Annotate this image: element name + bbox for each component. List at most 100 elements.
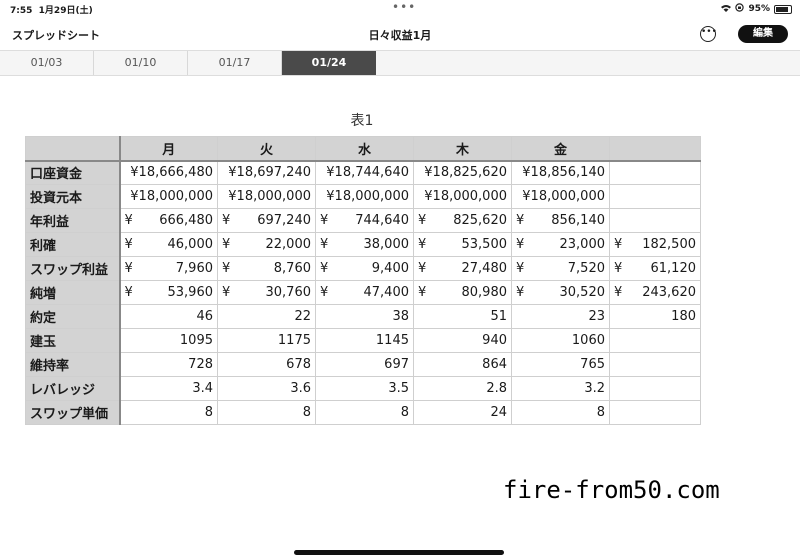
table-cell[interactable]: 1060 [511,328,610,353]
edit-button[interactable]: 編集 [738,25,788,43]
table-cell[interactable]: 46 [119,304,218,329]
table-cell[interactable]: ¥61,120 [609,256,701,281]
table-cell[interactable] [609,328,701,353]
tab-0103[interactable]: 01/03 [0,51,94,75]
table-cell[interactable]: 51 [413,304,512,329]
table-cell[interactable]: ¥18,856,140 [511,160,610,185]
row-header[interactable]: 投資元本 [25,184,121,209]
table-cell[interactable]: 24 [413,400,512,425]
table-cell[interactable]: ¥8,760 [217,256,316,281]
table-cell[interactable]: 8 [511,400,610,425]
table-cell[interactable]: 697 [315,352,414,377]
table-cell[interactable]: ¥856,140 [511,208,610,233]
table-title[interactable]: 表1 [0,110,724,130]
currency-symbol: ¥ [614,261,623,276]
row-header[interactable]: スワップ単価 [25,400,121,425]
table-cell[interactable]: ¥38,000 [315,232,414,257]
cell-value: 180 [671,309,696,324]
table-cell[interactable]: 1145 [315,328,414,353]
table-cell[interactable]: 940 [413,328,512,353]
multitasking-dots[interactable]: ••• [392,0,416,14]
cell-value: 7,960 [175,261,213,276]
table-cell[interactable]: ¥18,000,000 [119,184,218,209]
table-cell[interactable]: 728 [119,352,218,377]
table-cell[interactable]: ¥23,000 [511,232,610,257]
table-cell[interactable]: 2.8 [413,376,512,401]
data-table[interactable]: 月 火 水 木 金 口座資金 ¥18,666,480 ¥18,697,240 ¥18,… [25,136,701,425]
table-cell[interactable]: ¥697,240 [217,208,316,233]
table-cell[interactable]: 22 [217,304,316,329]
table-row: 年利益 ¥666,480 ¥697,240 ¥744,640 ¥825,620 ¥856,… [25,208,701,233]
table-cell[interactable]: ¥46,000 [119,232,218,257]
column-header[interactable]: 金 [511,136,610,161]
table-cell[interactable]: ¥18,000,000 [315,184,414,209]
row-header[interactable]: 口座資金 [25,160,121,185]
table-cell[interactable] [609,184,701,209]
column-header[interactable]: 火 [217,136,316,161]
table-cell[interactable]: ¥18,000,000 [413,184,512,209]
row-header[interactable]: 維持率 [25,352,121,377]
table-cell[interactable] [609,160,701,185]
table-cell[interactable]: 765 [511,352,610,377]
table-cell[interactable]: 8 [217,400,316,425]
table-cell[interactable]: 3.2 [511,376,610,401]
row-header[interactable]: 建玉 [25,328,121,353]
table-cell[interactable] [609,400,701,425]
table-cell[interactable]: 1175 [217,328,316,353]
column-header[interactable]: 木 [413,136,512,161]
table-cell[interactable]: ¥9,400 [315,256,414,281]
table-cell[interactable] [609,208,701,233]
table-cell[interactable]: 1095 [119,328,218,353]
table-cell[interactable]: ¥666,480 [119,208,218,233]
table-cell[interactable]: ¥744,640 [315,208,414,233]
corner-cell[interactable] [25,136,121,161]
column-header[interactable]: 水 [315,136,414,161]
row-header[interactable]: レバレッジ [25,376,121,401]
table-cell[interactable]: ¥22,000 [217,232,316,257]
table-cell[interactable]: 23 [511,304,610,329]
table-cell[interactable]: 864 [413,352,512,377]
currency-symbol: ¥ [516,261,525,276]
table-cell[interactable] [609,352,701,377]
tab-0117[interactable]: 01/17 [188,51,282,75]
row-header[interactable]: スワップ利益 [25,256,121,281]
table-cell[interactable]: ¥7,520 [511,256,610,281]
table-cell[interactable]: ¥80,980 [413,280,512,305]
column-header[interactable] [609,136,701,161]
tab-0124[interactable]: 01/24 [282,51,376,75]
table-cell[interactable]: 8 [119,400,218,425]
table-cell[interactable]: ¥47,400 [315,280,414,305]
table-cell[interactable]: 38 [315,304,414,329]
table-cell[interactable]: ¥7,960 [119,256,218,281]
table-cell[interactable]: ¥18,697,240 [217,160,316,185]
table-cell[interactable]: 3.4 [119,376,218,401]
table-cell[interactable]: 3.6 [217,376,316,401]
cell-value: 8 [204,405,213,420]
table-cell[interactable]: ¥18,825,620 [413,160,512,185]
table-cell[interactable]: ¥825,620 [413,208,512,233]
table-cell[interactable]: ¥243,620 [609,280,701,305]
column-header[interactable]: 月 [119,136,218,161]
table-cell[interactable]: 180 [609,304,701,329]
tab-0110[interactable]: 01/10 [94,51,188,75]
table-cell[interactable]: ¥53,500 [413,232,512,257]
table-cell[interactable]: ¥18,000,000 [217,184,316,209]
table-cell[interactable]: 678 [217,352,316,377]
row-header[interactable]: 利確 [25,232,121,257]
home-indicator[interactable] [294,550,504,555]
table-cell[interactable]: ¥182,500 [609,232,701,257]
table-cell[interactable]: ¥18,744,640 [315,160,414,185]
table-cell[interactable]: ¥30,760 [217,280,316,305]
row-header[interactable]: 純増 [25,280,121,305]
row-header[interactable]: 年利益 [25,208,121,233]
table-cell[interactable]: ¥18,000,000 [511,184,610,209]
table-cell[interactable]: 8 [315,400,414,425]
table-cell[interactable]: ¥53,960 [119,280,218,305]
table-cell[interactable]: ¥27,480 [413,256,512,281]
table-cell[interactable]: ¥18,666,480 [119,160,218,185]
table-cell[interactable]: ¥30,520 [511,280,610,305]
table-cell[interactable] [609,376,701,401]
row-header[interactable]: 約定 [25,304,121,329]
more-options-icon[interactable]: ••• [700,26,717,42]
table-cell[interactable]: 3.5 [315,376,414,401]
